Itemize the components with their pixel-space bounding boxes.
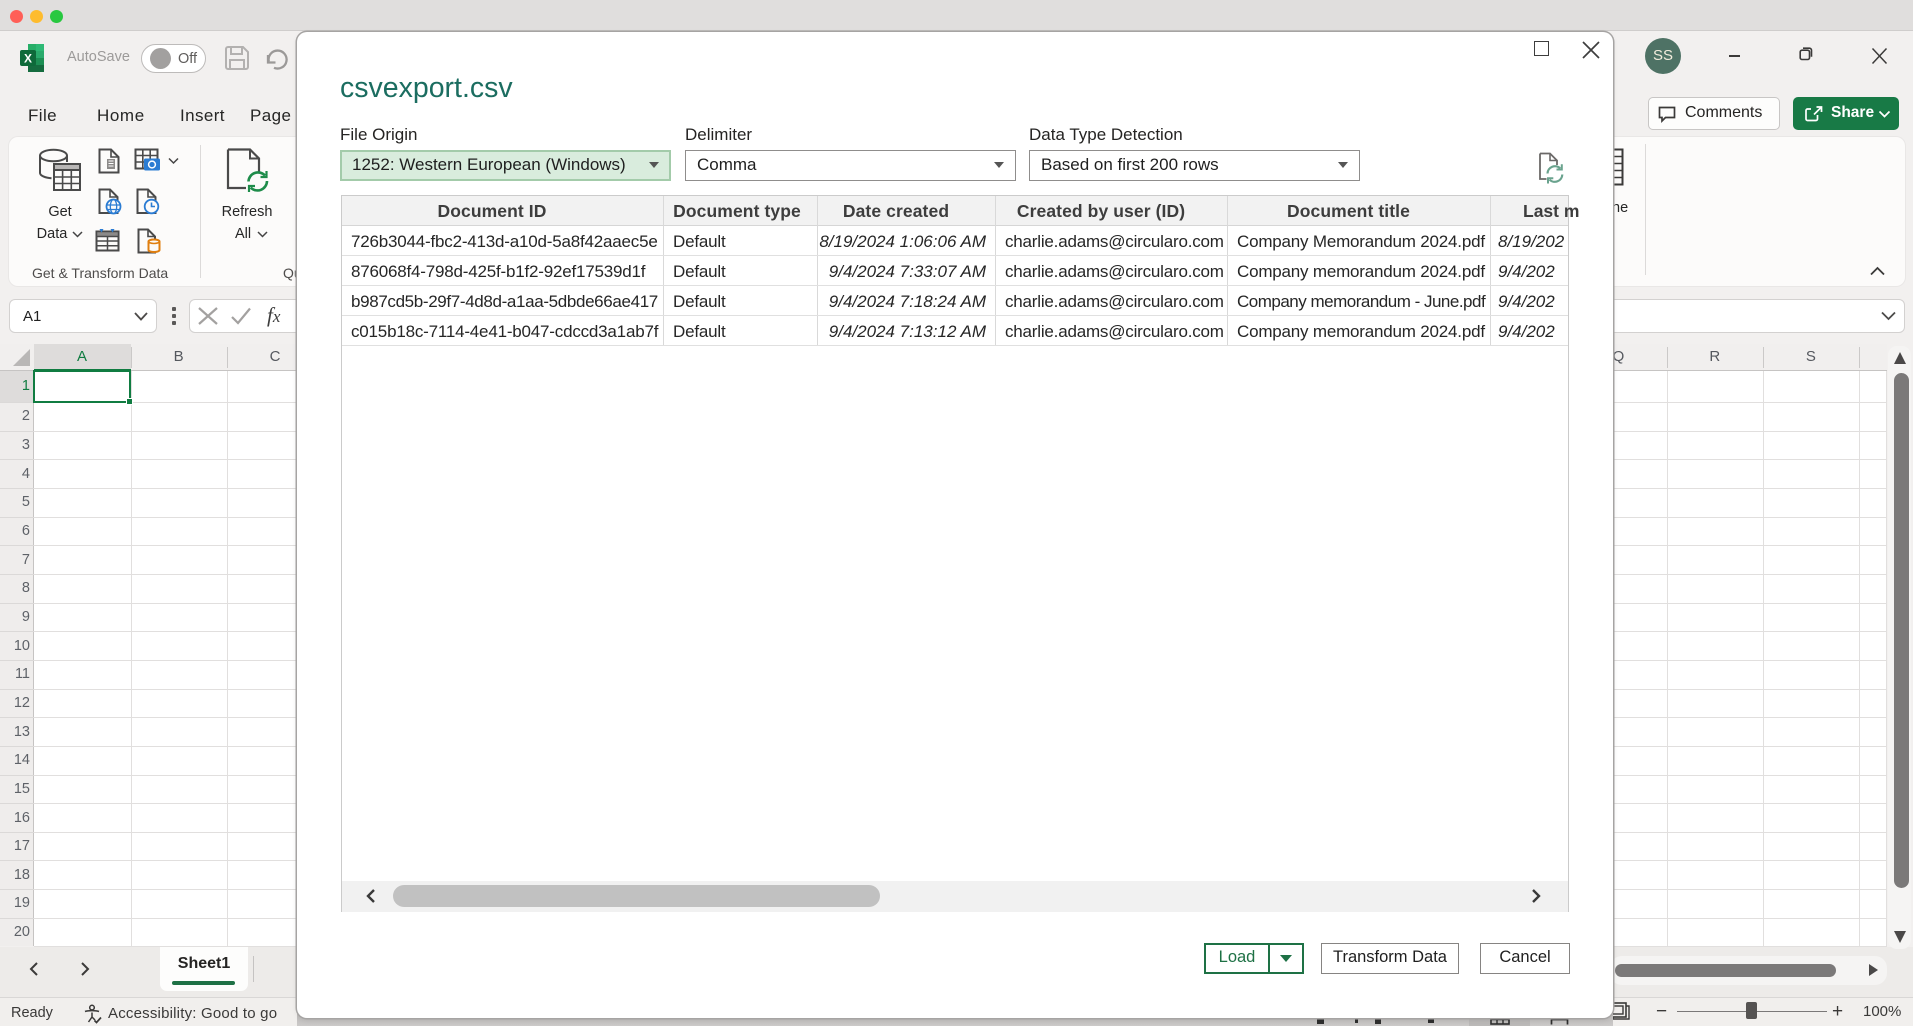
svg-text:X: X [24, 52, 32, 66]
